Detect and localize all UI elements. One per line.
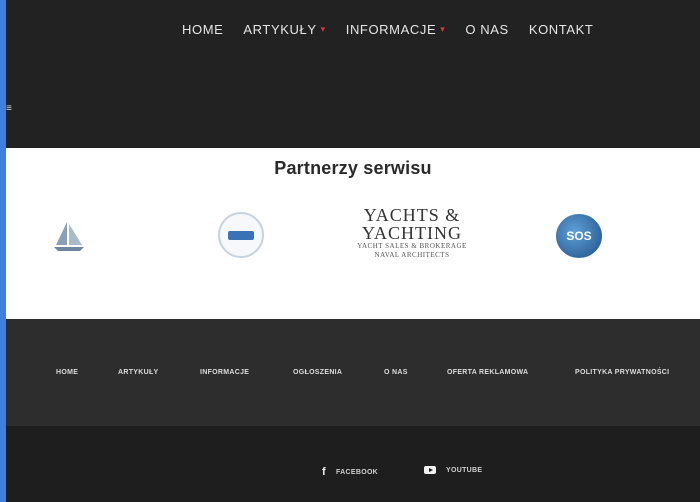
facebook-label: FACEBOOK	[335, 468, 379, 476]
page-frame: HOME ARTYKUŁY ▾ INFORMACJE ▾ O NAS KONTA…	[6, 0, 700, 502]
globe-logo-text: SOS	[566, 229, 592, 243]
globe-logo[interactable]: SOS	[556, 214, 602, 258]
footer-link-home[interactable]: HOME	[56, 369, 78, 376]
yachts-and-yachting-logo[interactable]: YACHTS & YACHTING YACHT SALES & BROKERAG…	[356, 206, 468, 260]
footer-link-artykuly[interactable]: ARTYKUŁY	[118, 369, 159, 376]
nav-home-label: HOME	[182, 22, 224, 37]
youtube-label: YOUTUBE	[446, 466, 483, 474]
footer-nav: HOME ARTYKUŁY INFORMACJE OGŁOSZENIA O NA…	[6, 319, 700, 426]
facebook-link[interactable]: f FACEBOOK	[322, 466, 378, 478]
nav-artykuly-label: ARTYKUŁY	[243, 22, 317, 37]
partners-section: Partnerzy serwisu YACHTS & YACHTING YACH…	[6, 148, 700, 319]
nav-o-nas-label: O NAS	[465, 22, 509, 37]
chevron-down-icon: ▾	[440, 24, 446, 34]
nav-artykuly[interactable]: ARTYKUŁY ▾	[243, 22, 325, 37]
footer-link-polityka[interactable]: POLITYKA PRYWATNOŚCI	[575, 369, 669, 376]
logo-sub1: YACHT SALES & BROKERAGE	[357, 242, 467, 250]
menu-icon[interactable]: ≡	[6, 104, 12, 114]
footer-link-informacje[interactable]: INFORMACJE	[200, 369, 249, 376]
header: HOME ARTYKUŁY ▾ INFORMACJE ▾ O NAS KONTA…	[6, 0, 700, 148]
logo-line1: YACHTS &	[363, 205, 461, 225]
footer-link-ogloszenia[interactable]: OGŁOSZENIA	[293, 369, 342, 376]
partners-title: Partnerzy serwisu	[274, 158, 432, 178]
youtube-icon	[424, 466, 436, 474]
chevron-down-icon: ▾	[320, 24, 326, 34]
nav-kontakt-label: KONTAKT	[528, 22, 594, 37]
footer-link-oferta[interactable]: OFERTA REKLAMOWA	[447, 369, 528, 376]
nav-informacje[interactable]: INFORMACJE ▾	[346, 22, 446, 37]
facebook-icon: f	[322, 466, 326, 478]
nav-informacje-label: INFORMACJE	[345, 22, 437, 37]
youtube-link[interactable]: YOUTUBE	[424, 466, 482, 474]
logo-line2: YACHTING	[362, 223, 462, 243]
nav-kontakt[interactable]: KONTAKT	[529, 22, 594, 37]
social-bar: f FACEBOOK YOUTUBE	[6, 426, 700, 502]
badge-icon	[228, 231, 254, 240]
nav-home[interactable]: HOME	[182, 22, 223, 37]
main-nav: HOME ARTYKUŁY ▾ INFORMACJE ▾ O NAS KONTA…	[182, 22, 613, 37]
circle-badge-logo[interactable]	[218, 212, 264, 258]
sailboat-icon	[54, 222, 84, 251]
nav-o-nas[interactable]: O NAS	[465, 22, 508, 37]
footer-link-o-nas[interactable]: O NAS	[384, 369, 408, 376]
logo-sub2: NAVAL ARCHITECTS	[374, 251, 450, 259]
sailboat-logo[interactable]	[50, 218, 88, 254]
